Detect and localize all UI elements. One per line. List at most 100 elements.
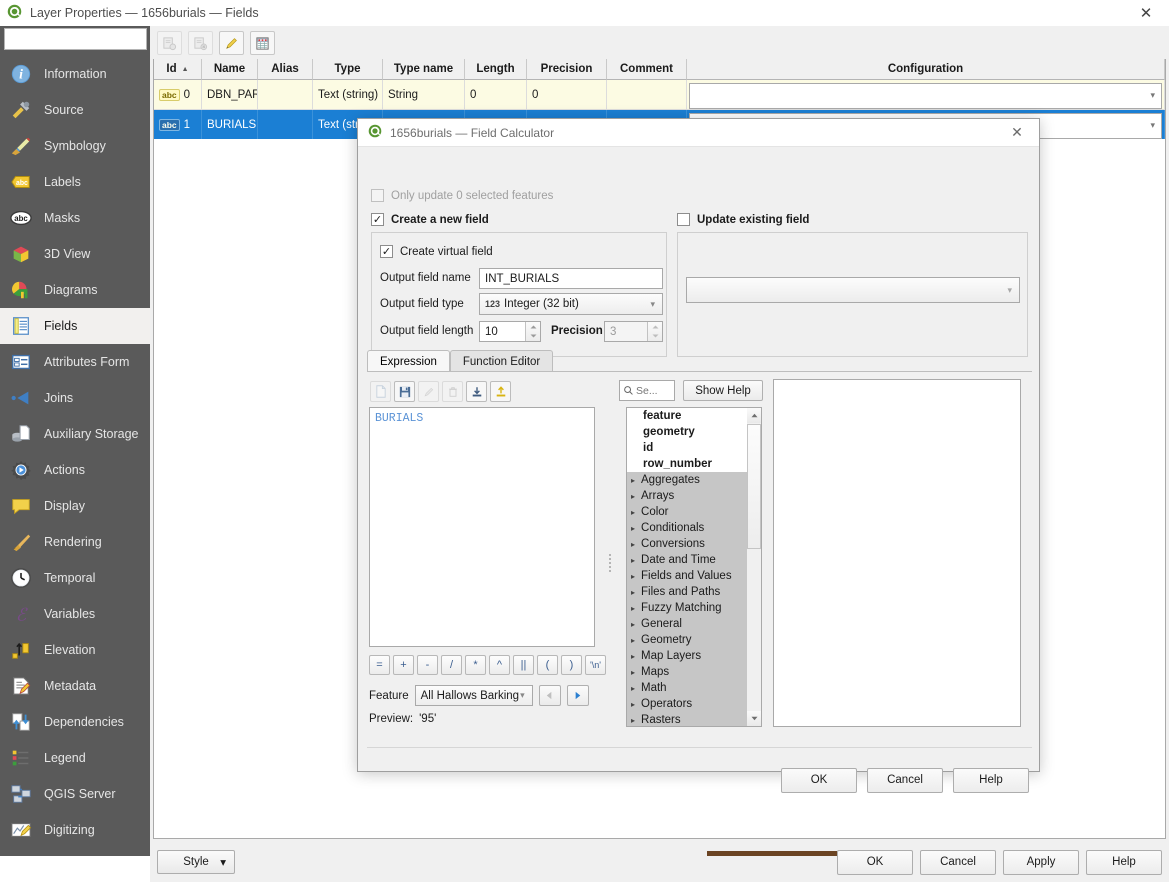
output-field-type-combo[interactable]: 123 Integer (32 bit) ▾ — [479, 293, 663, 315]
chevron-right-icon[interactable]: ▸ — [631, 636, 635, 645]
previous-feature-icon[interactable] — [539, 685, 561, 706]
function-tree-item[interactable]: ▸Math — [627, 680, 755, 696]
close-icon[interactable]: ✕ — [995, 119, 1039, 147]
function-tree-item[interactable]: ▸Rasters — [627, 712, 755, 727]
function-tree-item[interactable]: ▸Operators — [627, 696, 755, 712]
cell-configuration[interactable]: ▾ — [687, 80, 1165, 110]
table-row[interactable]: abc0DBN_PARText (string)String00▾ — [154, 80, 1165, 110]
dialog-cancel-button[interactable]: Cancel — [867, 768, 943, 793]
chevron-right-icon[interactable]: ▸ — [631, 588, 635, 597]
function-tree-item[interactable]: ▸Maps — [627, 664, 755, 680]
cell-name[interactable]: DBN_PAR — [202, 80, 258, 110]
create-new-field-row[interactable]: ✓ Create a new field — [371, 213, 489, 226]
chevron-right-icon[interactable]: ▸ — [631, 492, 635, 501]
cell-type_name[interactable]: String — [383, 80, 465, 110]
column-header-id[interactable]: Id▲ — [154, 59, 202, 80]
function-tree-item[interactable]: ▸Color — [627, 504, 755, 520]
sidebar-item-attributes-form[interactable]: Attributes Form — [0, 344, 150, 380]
scrollbar-thumb[interactable] — [747, 424, 761, 549]
function-tree-item[interactable]: ▸Date and Time — [627, 552, 755, 568]
function-tree-item[interactable]: ▸Geometry — [627, 632, 755, 648]
chevron-right-icon[interactable]: ▸ — [631, 700, 635, 709]
cell-alias[interactable] — [258, 80, 313, 110]
sidebar-item-information[interactable]: iInformation — [0, 56, 150, 92]
function-tree-item[interactable]: ▸Fuzzy Matching — [627, 600, 755, 616]
apply-button[interactable]: Apply — [1003, 850, 1079, 875]
create-virtual-field-checkbox[interactable]: ✓ — [380, 245, 393, 258]
cell-precision[interactable]: 0 — [527, 80, 607, 110]
function-tree-item[interactable]: ▸General — [627, 616, 755, 632]
function-tree-item[interactable]: id — [627, 440, 755, 456]
function-tree-item[interactable]: ▸Fields and Values — [627, 568, 755, 584]
sidebar-item-symbology[interactable]: Symbology — [0, 128, 150, 164]
chevron-right-icon[interactable]: ▸ — [631, 668, 635, 677]
operator-button[interactable]: ( — [537, 655, 558, 675]
column-header-name[interactable]: Name — [202, 59, 258, 80]
calculator-icon[interactable] — [250, 31, 275, 55]
new-field-icon[interactable] — [157, 31, 182, 55]
operator-button[interactable]: * — [465, 655, 486, 675]
operator-button[interactable]: = — [369, 655, 390, 675]
function-tree-scrollbar[interactable] — [747, 407, 762, 727]
help-button[interactable]: Help — [1086, 850, 1162, 875]
splitter-handle[interactable] — [609, 552, 614, 576]
document-icon[interactable] — [370, 381, 391, 402]
pencil-icon[interactable] — [418, 381, 439, 402]
sidebar-item-3d-view[interactable]: 3D View — [0, 236, 150, 272]
stepper-buttons[interactable] — [525, 322, 540, 341]
chevron-right-icon[interactable]: ▸ — [631, 556, 635, 565]
column-header-comment[interactable]: Comment — [607, 59, 687, 80]
chevron-right-icon[interactable]: ▸ — [631, 716, 635, 725]
function-search-input[interactable] — [634, 384, 664, 398]
style-button[interactable]: Style ▾ — [157, 850, 235, 874]
sidebar-item-actions[interactable]: Actions — [0, 452, 150, 488]
sidebar-item-source[interactable]: Source — [0, 92, 150, 128]
sidebar-item-labels[interactable]: abcLabels — [0, 164, 150, 200]
stepper-up-icon[interactable] — [526, 322, 540, 332]
sidebar-item-masks[interactable]: abcMasks — [0, 200, 150, 236]
chevron-right-icon[interactable]: ▸ — [631, 508, 635, 517]
sidebar-item-diagrams[interactable]: Diagrams — [0, 272, 150, 308]
column-header-type[interactable]: Type — [313, 59, 383, 80]
column-header-precision[interactable]: Precision — [527, 59, 607, 80]
cell-name[interactable]: BURIALS — [202, 110, 258, 140]
sidebar-item-joins[interactable]: Joins — [0, 380, 150, 416]
scroll-up-icon[interactable] — [747, 408, 761, 423]
only-update-selected-row[interactable]: Only update 0 selected features — [371, 189, 553, 202]
sidebar-item-elevation[interactable]: Elevation — [0, 632, 150, 668]
sidebar-item-qgis-server[interactable]: QGIS Server — [0, 776, 150, 812]
tab-function-editor[interactable]: Function Editor — [450, 350, 553, 372]
feature-combo[interactable]: All Hallows Barking ▾ — [415, 685, 533, 706]
sidebar-item-fields[interactable]: Fields — [0, 308, 150, 344]
ok-button[interactable]: OK — [837, 850, 913, 875]
pencil-icon[interactable] — [219, 31, 244, 55]
sidebar-item-temporal[interactable]: Temporal — [0, 560, 150, 596]
create-virtual-field-row[interactable]: ✓ Create virtual field — [380, 245, 493, 258]
function-tree-item[interactable]: ▸Arrays — [627, 488, 755, 504]
expression-editor[interactable]: BURIALS — [369, 407, 595, 647]
chevron-right-icon[interactable]: ▸ — [631, 540, 635, 549]
operator-button[interactable]: || — [513, 655, 534, 675]
function-tree-item[interactable]: ▸Conditionals — [627, 520, 755, 536]
cell-id[interactable]: abc0 — [154, 80, 202, 110]
chevron-right-icon[interactable]: ▸ — [631, 524, 635, 533]
cell-id[interactable]: abc1 — [154, 110, 202, 140]
sidebar-item-legend[interactable]: Legend — [0, 740, 150, 776]
cancel-button[interactable]: Cancel — [920, 850, 996, 875]
sidebar-item-dependencies[interactable]: Dependencies — [0, 704, 150, 740]
column-header-type-name[interactable]: Type name — [383, 59, 465, 80]
scroll-down-icon[interactable] — [747, 711, 761, 726]
function-tree-item[interactable]: geometry — [627, 424, 755, 440]
sidebar-item-variables[interactable]: ℰVariables — [0, 596, 150, 632]
column-header-alias[interactable]: Alias — [258, 59, 313, 80]
chevron-right-icon[interactable]: ▸ — [631, 684, 635, 693]
operator-button[interactable]: '\n' — [585, 655, 606, 675]
column-header-length[interactable]: Length — [465, 59, 527, 80]
close-icon[interactable]: ✕ — [1123, 0, 1169, 26]
download-icon[interactable] — [466, 381, 487, 402]
function-tree-item[interactable]: ▸Aggregates — [627, 472, 755, 488]
sidebar-item-auxiliary-storage[interactable]: Auxiliary Storage — [0, 416, 150, 452]
cell-comment[interactable] — [607, 80, 687, 110]
search-input[interactable] — [10, 30, 158, 48]
tab-expression[interactable]: Expression — [367, 350, 450, 372]
